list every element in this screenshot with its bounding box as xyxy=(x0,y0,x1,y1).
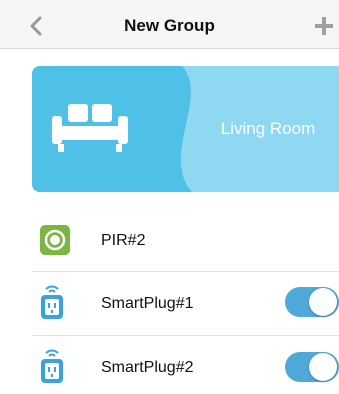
device-row-smartplug-2[interactable]: SmartPlug#2 xyxy=(0,342,339,390)
room-card[interactable]: Living Room xyxy=(32,66,339,192)
plus-icon[interactable] xyxy=(314,16,334,36)
room-label: Living Room xyxy=(220,119,316,138)
smartplug-1-toggle[interactable] xyxy=(285,287,339,317)
device-name: SmartPlug#1 xyxy=(101,295,194,312)
sofa-icon xyxy=(52,104,128,152)
toggle-knob xyxy=(309,288,337,316)
device-name: PIR#2 xyxy=(101,232,146,249)
device-row-smartplug-1[interactable]: SmartPlug#1 xyxy=(0,279,339,327)
motion-sensor-icon xyxy=(40,225,70,255)
row-divider xyxy=(32,271,339,272)
smartplug-2-toggle[interactable] xyxy=(285,352,339,382)
device-row-pir[interactable]: PIR#2 xyxy=(0,216,339,264)
smart-plug-icon xyxy=(41,349,63,383)
page-title: New Group xyxy=(124,16,215,35)
smart-plug-icon xyxy=(41,285,63,319)
navigation-bar: New Group xyxy=(0,0,339,49)
row-divider xyxy=(32,335,339,336)
device-name: SmartPlug#2 xyxy=(101,359,194,376)
toggle-knob xyxy=(309,353,337,381)
